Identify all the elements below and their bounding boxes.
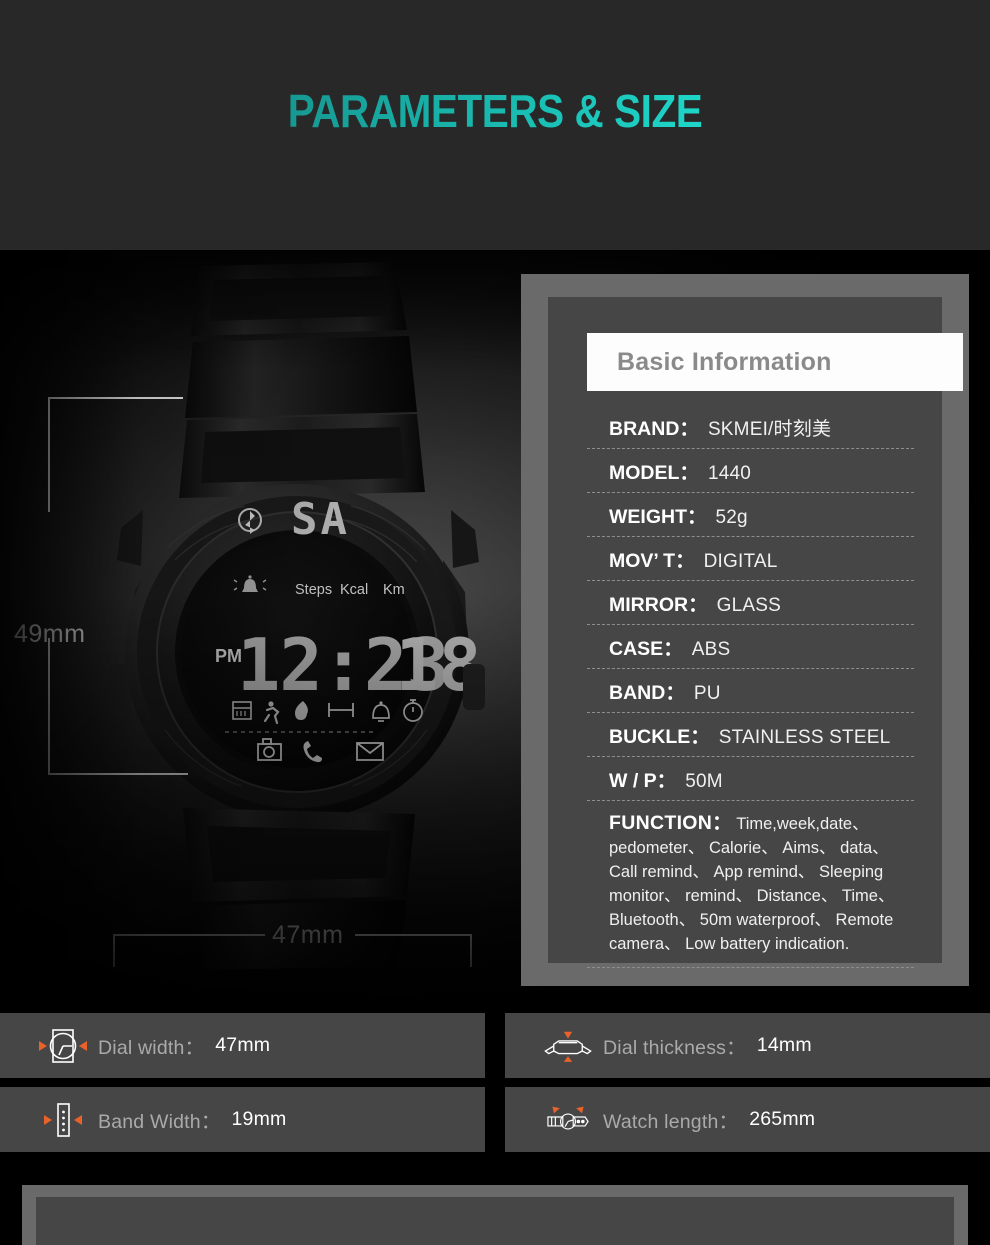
info-bar-dial-thickness: Dial thickness： 14mm — [505, 1013, 990, 1078]
info-bar-dial-width: Dial width： 47mm — [0, 1013, 485, 1078]
spec-value-brand: SKMEI/时刻美 — [707, 419, 832, 440]
info-value-dial-thickness: 14mm — [756, 1034, 812, 1056]
spec-row-water-resistance: W / P： 50M — [587, 757, 914, 801]
spec-rows: BRAND： SKMEI/时刻美 MODEL： 1440 WEIGHT： 52g… — [587, 405, 914, 968]
info-bar-band-width: Band Width： 19mm — [0, 1087, 485, 1152]
spec-label-band: BAND： — [609, 682, 685, 704]
spec-row-band: BAND： PU — [587, 669, 914, 713]
dial-thickness-icon — [542, 1024, 594, 1068]
spec-value-weight: 52g — [715, 507, 748, 528]
spec-value-case: ABS — [691, 639, 731, 660]
size-info-bars: Dial width： 47mm Dial thickness： 14mm Ba… — [0, 1013, 990, 1158]
next-section-panel — [36, 1197, 954, 1245]
spec-value-function: Time,week,date、 pedometer、 Calorie、 Aims… — [609, 815, 895, 953]
info-value-band-width: 19mm — [231, 1108, 287, 1130]
dial-width-icon — [37, 1024, 89, 1068]
spec-row-mirror: MIRROR： GLASS — [587, 581, 914, 625]
spec-panel-heading: Basic Information — [617, 347, 832, 376]
page-title: PARAMETERS & SIZE — [59, 88, 930, 134]
spec-value-water-resistance: 50M — [685, 771, 723, 792]
page-header: PARAMETERS & SIZE — [0, 0, 990, 250]
info-label-watch-length: Watch length： — [603, 1111, 739, 1133]
dimension-width-label: 47mm — [272, 921, 344, 949]
spec-value-mirror: GLASS — [716, 595, 781, 616]
watch-length-icon — [542, 1098, 594, 1142]
spec-row-movement: MOV’ T： DIGITAL — [587, 537, 914, 581]
watch-illustration: SA Steps Kcal Km PM 12:23 18 — [109, 262, 485, 970]
lcd-label-steps: Steps — [295, 582, 332, 598]
spec-row-brand: BRAND： SKMEI/时刻美 — [587, 405, 914, 449]
watch-image: SA Steps Kcal Km PM 12:23 18 — [95, 260, 495, 970]
info-bar-watch-length: Watch length： 265mm — [505, 1087, 990, 1152]
spec-panel-header: Basic Information — [587, 333, 963, 391]
spec-row-model: MODEL： 1440 — [587, 449, 914, 493]
spec-row-weight: WEIGHT： 52g — [587, 493, 914, 537]
lcd-label-km: Km — [383, 582, 405, 598]
spec-value-band: PU — [693, 683, 721, 704]
spec-value-model: 1440 — [707, 463, 752, 484]
lcd-top-value: SA — [291, 494, 350, 545]
spec-label-mirror: MIRROR： — [609, 594, 708, 616]
info-label-band-width: Band Width： — [98, 1111, 221, 1133]
spec-value-buckle: STAINLESS STEEL — [718, 727, 891, 748]
band-width-icon — [37, 1098, 89, 1142]
spec-row-function: FUNCTION： Time,week,date、 pedometer、 Cal… — [587, 801, 914, 968]
spec-row-buckle: BUCKLE： STAINLESS STEEL — [587, 713, 914, 757]
spec-label-function: FUNCTION： — [609, 812, 732, 834]
info-label-dial-width: Dial width： — [98, 1037, 205, 1059]
spec-panel: Basic Information BRAND： SKMEI/时刻美 MODEL… — [548, 297, 963, 968]
spec-row-case: CASE： ABS — [587, 625, 914, 669]
dimension-height-label: 49mm — [14, 620, 86, 648]
spec-label-brand: BRAND： — [609, 418, 699, 440]
spec-label-model: MODEL： — [609, 462, 699, 484]
spec-label-weight: WEIGHT： — [609, 506, 707, 528]
spec-function-text: FUNCTION： Time,week,date、 pedometer、 Cal… — [609, 809, 914, 957]
info-label-dial-thickness: Dial thickness： — [603, 1037, 746, 1059]
lcd-label-kcal: Kcal — [340, 582, 368, 598]
spec-label-water-resistance: W / P： — [609, 770, 677, 792]
next-section-frame — [22, 1185, 968, 1245]
spec-value-movement: DIGITAL — [703, 551, 778, 572]
spec-panel-frame: Basic Information BRAND： SKMEI/时刻美 MODEL… — [521, 274, 969, 986]
info-value-watch-length: 265mm — [749, 1108, 816, 1130]
spec-label-case: CASE： — [609, 638, 683, 660]
spec-label-movement: MOV’ T： — [609, 550, 695, 572]
info-value-dial-width: 47mm — [215, 1034, 271, 1056]
spec-label-buckle: BUCKLE： — [609, 726, 710, 748]
